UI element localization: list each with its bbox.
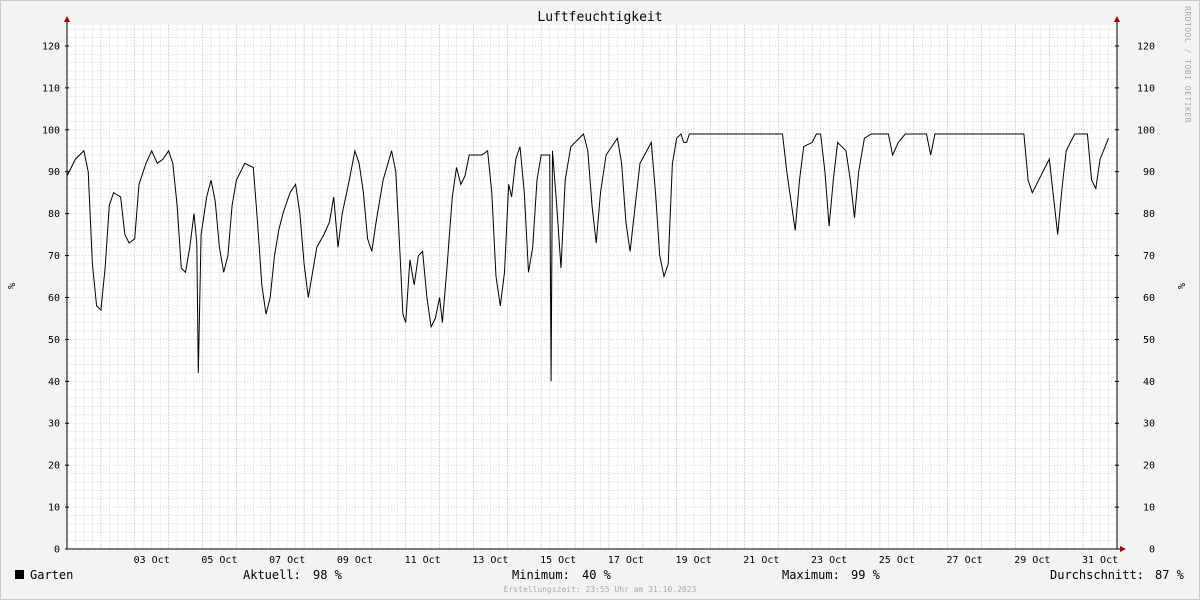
legend-avg-label: Durchschnitt: xyxy=(1050,568,1144,582)
y-axis-arrow-left xyxy=(64,16,70,22)
y-tick-label-left: 80 xyxy=(48,209,60,220)
legend-current-label: Aktuell: xyxy=(243,568,301,582)
y-tick-label-right: 30 xyxy=(1143,419,1155,430)
y-tick-label-right: 40 xyxy=(1143,377,1155,388)
y-tick-label-right: 110 xyxy=(1137,83,1155,94)
x-axis-arrow xyxy=(1120,546,1126,552)
x-tick-label: 23 Oct xyxy=(811,555,847,566)
y-tick-label-right: 80 xyxy=(1143,209,1155,220)
x-tick-label: 31 Oct xyxy=(1082,555,1118,566)
x-tick-label: 09 Oct xyxy=(337,555,373,566)
creation-timestamp: Erstellungszeit: 23:55 Uhr am 31.10.2023 xyxy=(503,585,697,594)
humidity-chart: 0 0 10 10 20 20 30 30 40 40 50 50 60 60 70 70 80 80 90 90 10… xyxy=(42,16,1155,566)
x-tick-label: 17 Oct xyxy=(608,555,644,566)
legend-min-value: 40 % xyxy=(582,568,611,582)
x-tick-label: 05 Oct xyxy=(201,555,237,566)
x-tick-label: 29 Oct xyxy=(1014,555,1050,566)
legend-avg-value: 87 % xyxy=(1155,568,1184,582)
y-tick-label-left: 110 xyxy=(42,83,60,94)
y-tick-label-left: 30 xyxy=(48,419,60,430)
y-tick-label-left: 90 xyxy=(48,167,60,178)
x-tick-label: 13 Oct xyxy=(472,555,508,566)
y-tick-label-left: 60 xyxy=(48,293,60,304)
x-tick-label: 15 Oct xyxy=(540,555,576,566)
x-tick-label: 11 Oct xyxy=(405,555,441,566)
y-tick-label-right: 70 xyxy=(1143,251,1155,262)
legend-max-label: Maximum: xyxy=(782,568,840,582)
y-tick-label-left: 120 xyxy=(42,41,60,52)
x-tick-label: 27 Oct xyxy=(947,555,983,566)
y-tick-label-right: 100 xyxy=(1137,125,1155,136)
y-tick-label-left: 10 xyxy=(48,503,60,514)
y-tick-label-right: 20 xyxy=(1143,461,1155,472)
x-tick-label: 03 Oct xyxy=(134,555,170,566)
x-tick-label: 21 Oct xyxy=(743,555,779,566)
y-tick-label-left: 100 xyxy=(42,125,60,136)
y-tick-label-left: 40 xyxy=(48,377,60,388)
y-tick-label-left: 50 xyxy=(48,335,60,346)
x-tick-label: 07 Oct xyxy=(269,555,305,566)
legend-min-label: Minimum: xyxy=(512,568,570,582)
y-tick-label-left: 20 xyxy=(48,461,60,472)
y-tick-label-right: 120 xyxy=(1137,41,1155,52)
x-tick-label: 25 Oct xyxy=(879,555,915,566)
y-tick-label-left: 70 xyxy=(48,251,60,262)
legend-current-value: 98 % xyxy=(313,568,342,582)
legend-max-value: 99 % xyxy=(851,568,880,582)
y-tick-label-right: 10 xyxy=(1143,503,1155,514)
legend-series-name: Garten xyxy=(30,568,74,582)
y-tick-label-right: 50 xyxy=(1143,335,1155,346)
y-tick-label-right: 0 xyxy=(1149,545,1155,556)
x-tick-label: 19 Oct xyxy=(676,555,712,566)
y-axis-arrow-right xyxy=(1114,16,1120,22)
y-tick-label-right: 90 xyxy=(1143,167,1155,178)
y-tick-label-left: 0 xyxy=(54,545,60,556)
legend-swatch xyxy=(15,570,24,579)
y-tick-label-right: 60 xyxy=(1143,293,1155,304)
